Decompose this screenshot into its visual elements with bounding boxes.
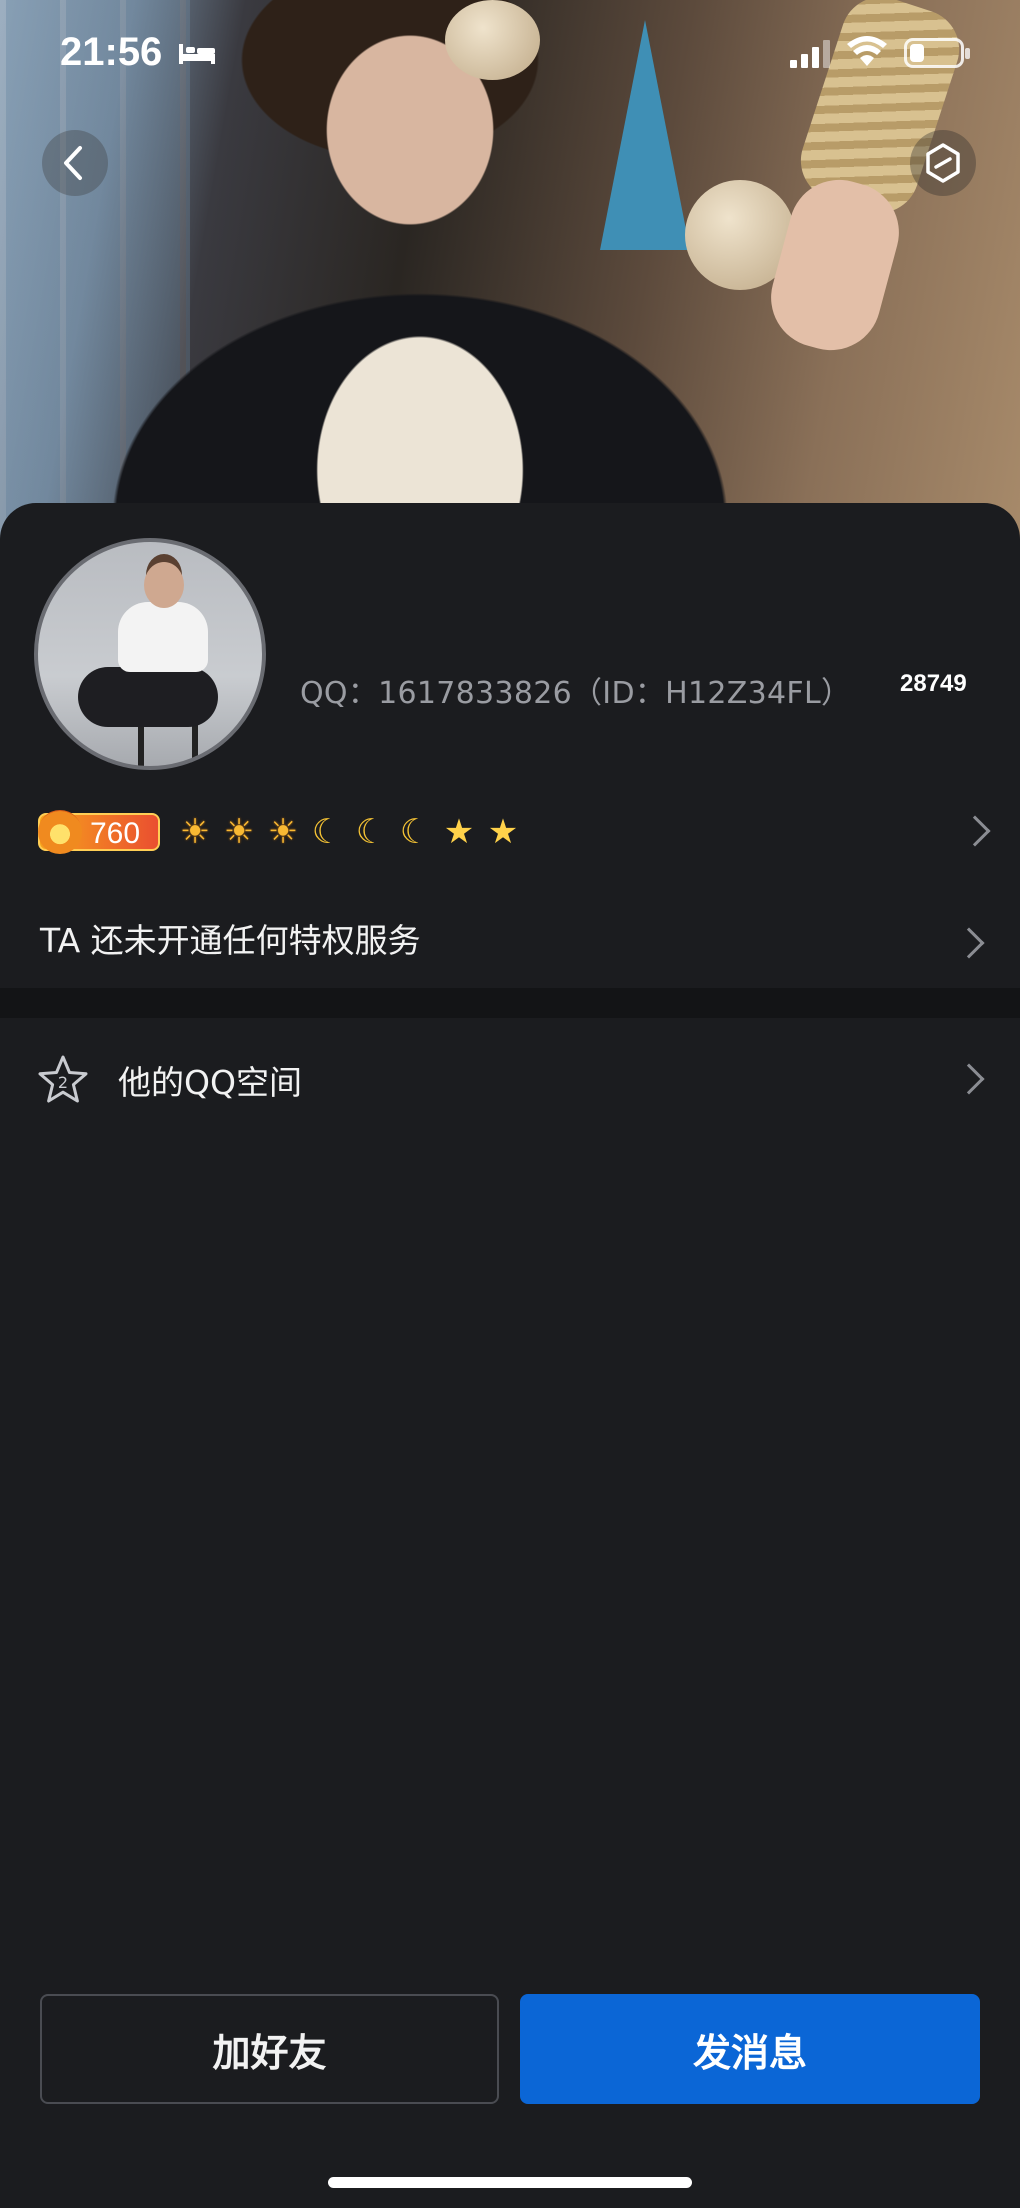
sun-icon: ☀ [179, 812, 211, 852]
status-time: 21:56 [60, 30, 163, 74]
level-badge: 760 [38, 810, 160, 854]
avatar[interactable] [34, 538, 266, 770]
chevron-right-icon [959, 815, 991, 847]
qq-id-text: QQ：1617833826（ID：H12Z34FL） [300, 676, 852, 711]
privilege-text: TA 还未开通任何特权服务 [40, 921, 421, 960]
star-icon: ★ [487, 812, 519, 852]
section-divider [0, 988, 1020, 1018]
moon-icon: ☾ [355, 812, 387, 852]
zone-badge: 2 [58, 1073, 68, 1092]
avatar-head [144, 562, 184, 608]
avatar-legs [78, 667, 218, 727]
qq-zone-row[interactable]: 2 他的QQ空间 [0, 1018, 1020, 1138]
star-icon: 2 [38, 1055, 88, 1103]
sun-icon: ☀ [223, 812, 255, 852]
home-indicator[interactable] [328, 2177, 692, 2188]
flame-icon [38, 810, 82, 854]
signal-icon [790, 40, 830, 68]
hexagon-share-icon [926, 143, 960, 183]
back-button[interactable] [42, 130, 108, 196]
share-button[interactable] [910, 130, 976, 196]
qq-zone-label: 他的QQ空间 [118, 1063, 302, 1102]
bed-icon [179, 44, 215, 64]
avatar-stool [138, 722, 198, 766]
level-number: 760 [90, 817, 141, 850]
moon-icon: ☾ [399, 812, 431, 852]
chevron-right-icon [953, 1063, 985, 1095]
battery-icon [904, 38, 970, 68]
status-bar: 21:56 [0, 0, 1020, 100]
sun-icon: ☀ [267, 812, 299, 852]
send-message-button[interactable]: 发消息 [520, 1994, 980, 2104]
privilege-row[interactable]: TA 还未开通任何特权服务 [0, 900, 1020, 988]
chevron-left-icon [64, 146, 82, 180]
grade-icons: ☀ ☀ ☀ ☾ ☾ ☾ ★ ★ [176, 810, 522, 854]
wifi-icon [847, 36, 887, 66]
star-icon: ★ [443, 812, 475, 852]
level-row[interactable]: 760 ☀ ☀ ☀ ☾ ☾ ☾ ★ ★ [38, 810, 991, 860]
like-count[interactable]: 28749 [900, 670, 967, 698]
avatar-body [118, 602, 208, 672]
add-friend-button[interactable]: 加好友 [40, 1994, 499, 2104]
chevron-right-icon [953, 927, 985, 959]
moon-icon: ☾ [311, 812, 343, 852]
